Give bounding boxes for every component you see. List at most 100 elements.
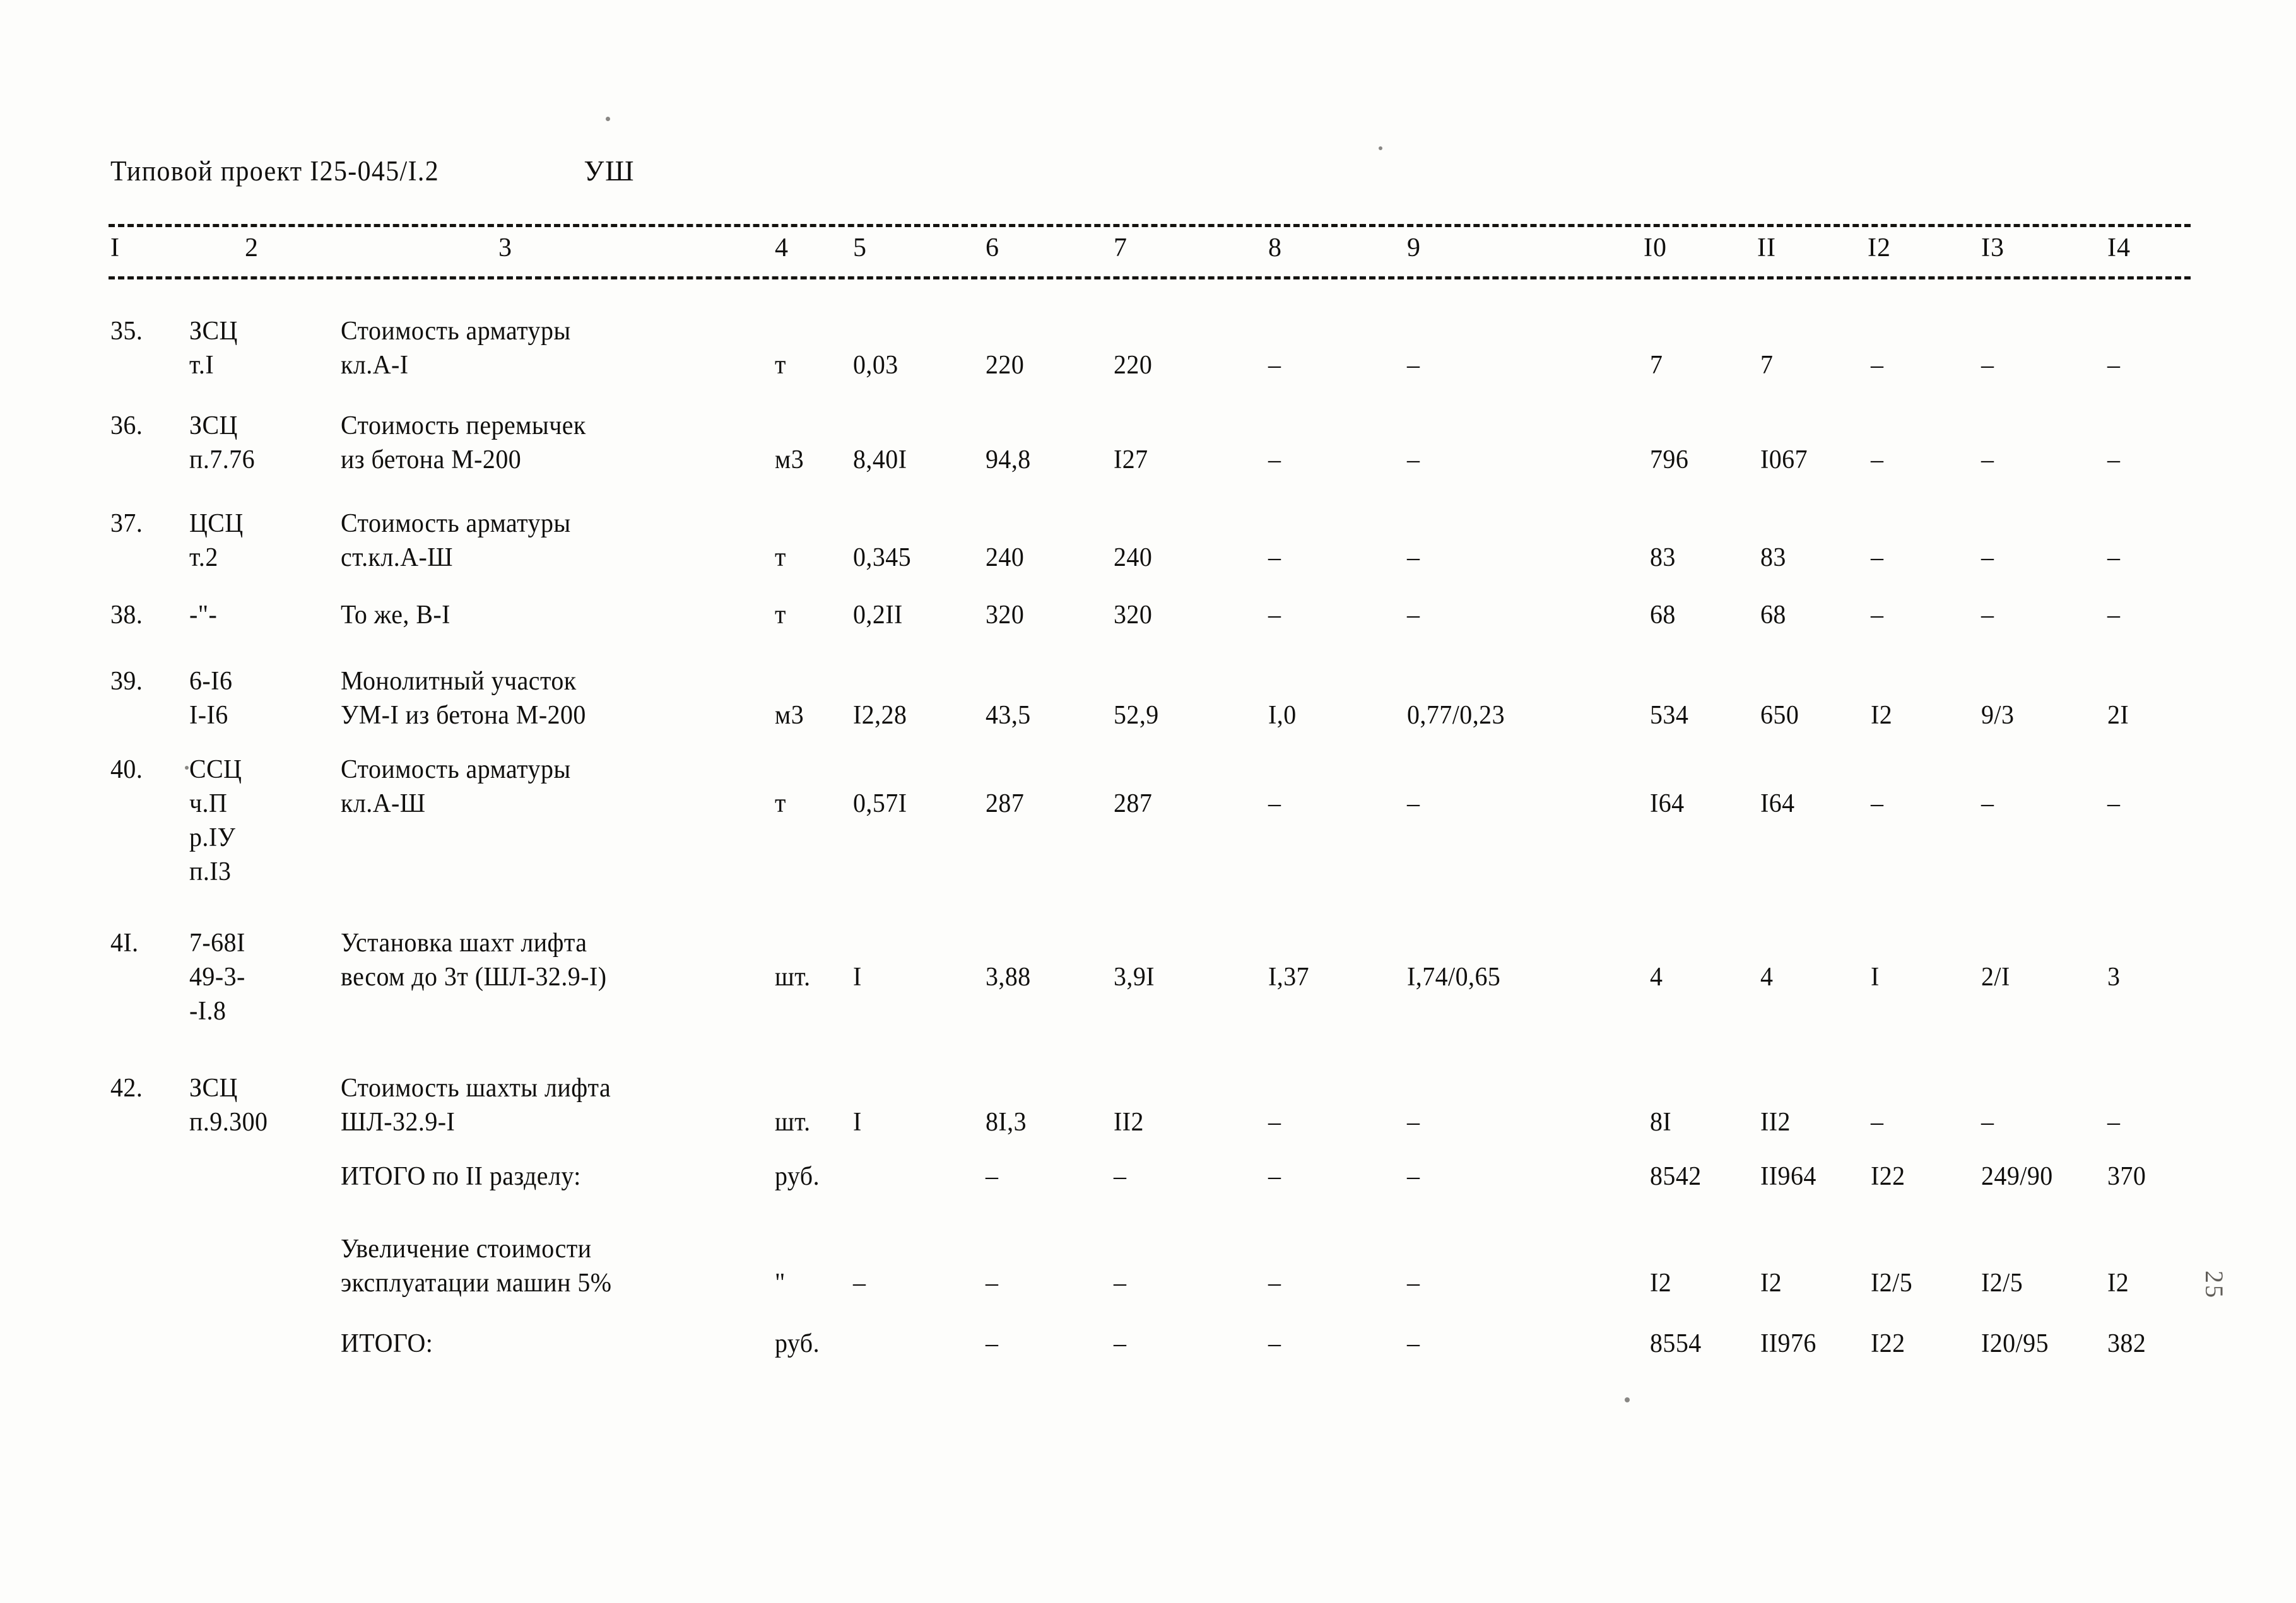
summary-value-col-8: – (1268, 1269, 1281, 1298)
row-code-line: ССЦ (189, 755, 242, 784)
summary-value-col-11: II964 (1760, 1162, 1816, 1191)
row-unit: шт. (775, 963, 811, 992)
row-value-col-10: 68 (1650, 601, 1676, 630)
column-number-9: 9 (1407, 233, 1421, 262)
row-code-line: ЗСЦ (189, 411, 238, 440)
row-code-line: т.2 (189, 543, 218, 572)
row-value-col-8: – (1268, 1108, 1281, 1137)
row-value-col-5: 0,345 (853, 543, 912, 572)
row-code-line: ЗСЦ (189, 317, 238, 346)
row-value-col-14: – (2107, 445, 2121, 474)
row-value-col-10: 83 (1650, 543, 1676, 572)
row-value-col-9: I,74/0,65 (1407, 963, 1501, 992)
table-top-rule (109, 224, 2191, 227)
row-value-col-7: 3,9I (1114, 963, 1155, 992)
summary-value-col-6: – (986, 1329, 999, 1358)
row-value-col-12: – (1871, 445, 1884, 474)
summary-value-col-7: – (1114, 1269, 1127, 1298)
row-number: 39. (110, 667, 143, 696)
row-value-col-14: 2I (2107, 701, 2129, 730)
summary-value-col-12: I22 (1871, 1329, 1905, 1358)
scan-speck (1379, 146, 1382, 150)
row-description-line: ШЛ-32.9-I (341, 1108, 456, 1137)
row-value-col-10: 8I (1650, 1108, 1672, 1137)
row-value-col-9: 0,77/0,23 (1407, 701, 1505, 730)
row-value-col-7: 287 (1114, 789, 1153, 818)
row-value-col-6: 43,5 (986, 701, 1031, 730)
row-value-col-11: 83 (1760, 543, 1786, 572)
row-value-col-5: I (853, 1108, 862, 1137)
row-description-line: Стоимость арматуры (341, 509, 571, 538)
column-number-2: 2 (245, 233, 259, 262)
summary-value-col-9: – (1407, 1329, 1420, 1358)
summary-value-col-11: I2 (1760, 1269, 1782, 1298)
column-number-11: II (1757, 233, 1776, 262)
row-code-line: 6-I6 (189, 667, 233, 696)
row-value-col-5: 0,03 (853, 351, 898, 380)
summary-value-col-10: I2 (1650, 1269, 1672, 1298)
row-value-col-13: 2/I (1981, 963, 2010, 992)
summary-unit: руб. (775, 1329, 820, 1358)
row-code-line: п.7.76 (189, 445, 256, 474)
row-code-line: 7-68I (189, 929, 245, 958)
row-value-col-5: I (853, 963, 862, 992)
row-value-col-14: – (2107, 789, 2121, 818)
margin-page-stamp: 25 (2200, 1271, 2228, 1300)
row-code-line: 49-3- (189, 963, 245, 992)
row-value-col-7: 220 (1114, 351, 1153, 380)
row-value-col-7: 52,9 (1114, 701, 1159, 730)
summary-value-col-13: I2/5 (1981, 1269, 2023, 1298)
row-code-line: ЗСЦ (189, 1074, 238, 1103)
column-number-8: 8 (1268, 233, 1282, 262)
row-value-col-11: 4 (1760, 963, 1774, 992)
row-value-col-14: – (2107, 1108, 2121, 1137)
row-value-col-7: I27 (1114, 445, 1148, 474)
summary-value-col-12: I22 (1871, 1162, 1905, 1191)
row-value-col-10: I64 (1650, 789, 1685, 818)
row-value-col-14: – (2107, 543, 2121, 572)
summary-value-col-8: – (1268, 1329, 1281, 1358)
row-number: 35. (110, 317, 143, 346)
row-value-col-12: I2 (1871, 701, 1893, 730)
row-description-line: из бетона М-200 (341, 445, 522, 474)
column-number-6: 6 (986, 233, 999, 262)
row-value-col-6: 287 (986, 789, 1025, 818)
row-value-col-13: – (1981, 601, 1994, 630)
scan-speck (185, 766, 189, 770)
row-value-col-14: – (2107, 601, 2121, 630)
column-number-14: I4 (2107, 233, 2131, 262)
row-value-col-11: I64 (1760, 789, 1795, 818)
row-value-col-13: – (1981, 1108, 1994, 1137)
row-code-line: -I.8 (189, 997, 227, 1026)
row-value-col-6: 240 (986, 543, 1025, 572)
summary-value-col-7: – (1114, 1329, 1127, 1358)
row-value-col-11: I067 (1760, 445, 1808, 474)
row-value-col-11: 68 (1760, 601, 1786, 630)
summary-value-col-6: – (986, 1162, 999, 1191)
row-value-col-7: 320 (1114, 601, 1153, 630)
document-header: Типовой проект I25-045/I.2 УШ (110, 155, 635, 187)
column-number-4: 4 (775, 233, 789, 262)
row-unit: шт. (775, 1108, 811, 1137)
row-value-col-9: – (1407, 351, 1420, 380)
row-code-line: т.I (189, 351, 215, 380)
row-value-col-10: 534 (1650, 701, 1689, 730)
summary-value-col-9: – (1407, 1162, 1420, 1191)
row-value-col-8: – (1268, 445, 1281, 474)
row-number: 38. (110, 601, 143, 630)
row-description-line: весом до 3т (ШЛ-32.9-I) (341, 963, 607, 992)
row-value-col-13: – (1981, 351, 1994, 380)
row-unit: т (775, 351, 786, 380)
summary-value-col-14: 382 (2107, 1329, 2146, 1358)
row-description-line: Стоимость арматуры (341, 755, 571, 784)
row-description-line: УМ-I из бетона М-200 (341, 701, 586, 730)
summary-value-col-13: 249/90 (1981, 1162, 2053, 1191)
column-number-7: 7 (1114, 233, 1127, 262)
row-value-col-12: – (1871, 1108, 1884, 1137)
row-code-line: п.9.300 (189, 1108, 268, 1137)
row-value-col-10: 7 (1650, 351, 1663, 380)
project-title: Типовой проект I25-045/I.2 (110, 155, 440, 187)
row-value-col-8: – (1268, 601, 1281, 630)
row-code-line: ч.П (189, 789, 228, 818)
scan-speck (606, 117, 610, 121)
